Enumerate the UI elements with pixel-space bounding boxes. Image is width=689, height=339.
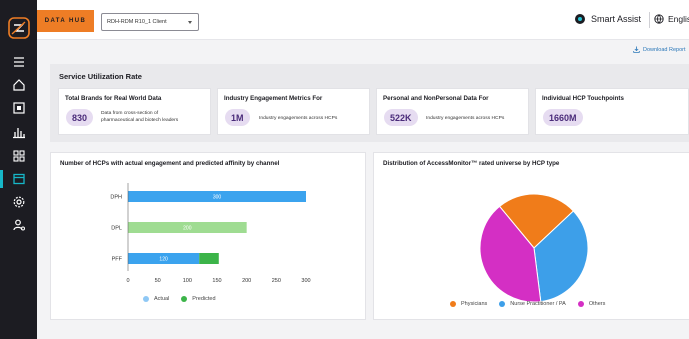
legend-label: Physicians: [461, 301, 488, 307]
pie-chart-card: Distribution of AccessMonitor™ rated uni…: [373, 152, 689, 320]
metric-title: Industry Engagement Metrics For: [224, 95, 323, 102]
sidebar: [0, 0, 37, 339]
metric-card-touchpoints: Individual HCP Touchpoints 1660M: [535, 88, 689, 135]
bar-chart-title: Number of HCPs with actual engagement an…: [60, 160, 280, 167]
download-report-link[interactable]: Download Report: [633, 46, 686, 53]
active-indicator: [0, 170, 3, 188]
x-tick-label: 100: [183, 278, 192, 284]
language-label: English: [668, 14, 689, 24]
x-tick-label: 250: [272, 278, 281, 284]
x-tick-label: 200: [242, 278, 251, 284]
metric-description: Data from cross-section of pharmaceutica…: [101, 110, 178, 124]
brand-badge[interactable]: DATA HUB: [37, 10, 94, 32]
legend-label: Actual: [154, 296, 170, 302]
metric-card-brands: Total Brands for Real World Data 830 Dat…: [58, 88, 211, 135]
smart-assist-icon: [575, 14, 585, 24]
legend-dot: [450, 301, 456, 307]
legend-item-nurse[interactable]: Nurse Practitioner / PA: [499, 301, 566, 307]
service-utilization-title: Service Utilization Rate: [59, 72, 142, 81]
header-divider: [649, 12, 650, 28]
download-icon: [633, 46, 640, 53]
client-select-value: RDH-RDM R10_1 Client: [107, 19, 167, 25]
x-tick-label: 0: [126, 278, 129, 284]
metric-value: 1660M: [543, 109, 583, 126]
bar-segment: [199, 253, 219, 264]
pie-chart-title: Distribution of AccessMonitor™ rated uni…: [383, 160, 560, 167]
metric-description: Industry engagements across HCPs: [426, 116, 505, 121]
metric-value: 522K: [384, 109, 418, 126]
pie-chart: [479, 193, 589, 303]
bar-chart: DPH 300 DPL 200 PFF 120 0 50 100 150 200 250 300: [110, 183, 311, 284]
legend-item-physicians[interactable]: Physicians: [450, 301, 487, 307]
home-icon[interactable]: [10, 76, 28, 94]
metric-title: Total Brands for Real World Data: [65, 95, 162, 102]
bar-chart-icon[interactable]: [10, 123, 28, 141]
data-label: 300: [213, 195, 222, 201]
metric-desc-line: pharmaceutical and biotech leaders: [101, 118, 179, 123]
logo-icon[interactable]: [8, 17, 30, 39]
user-settings-icon[interactable]: [10, 216, 28, 234]
metric-title: Personal and NonPersonal Data For: [383, 95, 489, 102]
smart-assist-label: Smart Assist: [591, 14, 642, 24]
category-label: PFF: [112, 257, 123, 263]
legend-dot: [499, 301, 506, 307]
category-label: DPH: [110, 195, 122, 201]
legend-label: Others: [588, 301, 606, 307]
smart-assist-button[interactable]: Smart Assist: [575, 14, 641, 24]
metric-value: 1M: [225, 109, 250, 126]
legend-dot: [143, 296, 149, 302]
pie-chart-legend: Physicians Nurse Practitioner / PA Other…: [450, 301, 617, 307]
legend-dot: [181, 296, 188, 302]
category-label: DPL: [111, 226, 122, 232]
grid-icon[interactable]: [10, 147, 28, 165]
globe-icon: [654, 14, 664, 24]
metric-title: Individual HCP Touchpoints: [542, 95, 624, 102]
bar-chart-legend: Actual Predicted: [143, 296, 228, 302]
x-tick-label: 150: [212, 278, 221, 284]
download-report-label: Download Report: [643, 46, 686, 53]
legend-item-others[interactable]: Others: [577, 301, 606, 307]
metric-desc-line: Data from cross-section of: [101, 111, 159, 116]
metric-value: 830: [66, 109, 94, 126]
legend-item-actual[interactable]: Actual: [143, 296, 169, 302]
legend-label: Nurse Practitioner / PA: [510, 301, 566, 307]
data-label: 200: [183, 226, 192, 232]
menu-icon[interactable]: [10, 53, 28, 71]
metric-card-personal-data: Personal and NonPersonal Data For 522K I…: [376, 88, 529, 135]
metric-description: Industry engagements across HCPs: [259, 116, 338, 121]
metric-card-engagement: Industry Engagement Metrics For 1M Indus…: [217, 88, 370, 135]
data-label: 120: [159, 257, 168, 263]
gear-icon[interactable]: [10, 193, 28, 211]
top-header: DATA HUB RDH-RDM R10_1 Client Smart Assi…: [37, 0, 689, 40]
client-select[interactable]: RDH-RDM R10_1 Client: [101, 13, 199, 31]
legend-item-predicted[interactable]: Predicted: [181, 296, 216, 302]
language-selector[interactable]: English: [654, 14, 689, 24]
legend-label: Predicted: [192, 296, 216, 302]
window-icon[interactable]: [10, 170, 28, 188]
legend-dot: [577, 301, 584, 307]
x-tick-label: 300: [301, 278, 310, 284]
x-tick-label: 50: [155, 278, 161, 284]
chevron-down-icon: [188, 21, 192, 24]
service-utilization-panel: Service Utilization Rate Total Brands fo…: [50, 64, 689, 142]
bar-chart-card: Number of HCPs with actual engagement an…: [50, 152, 366, 320]
box-icon[interactable]: [10, 99, 28, 117]
